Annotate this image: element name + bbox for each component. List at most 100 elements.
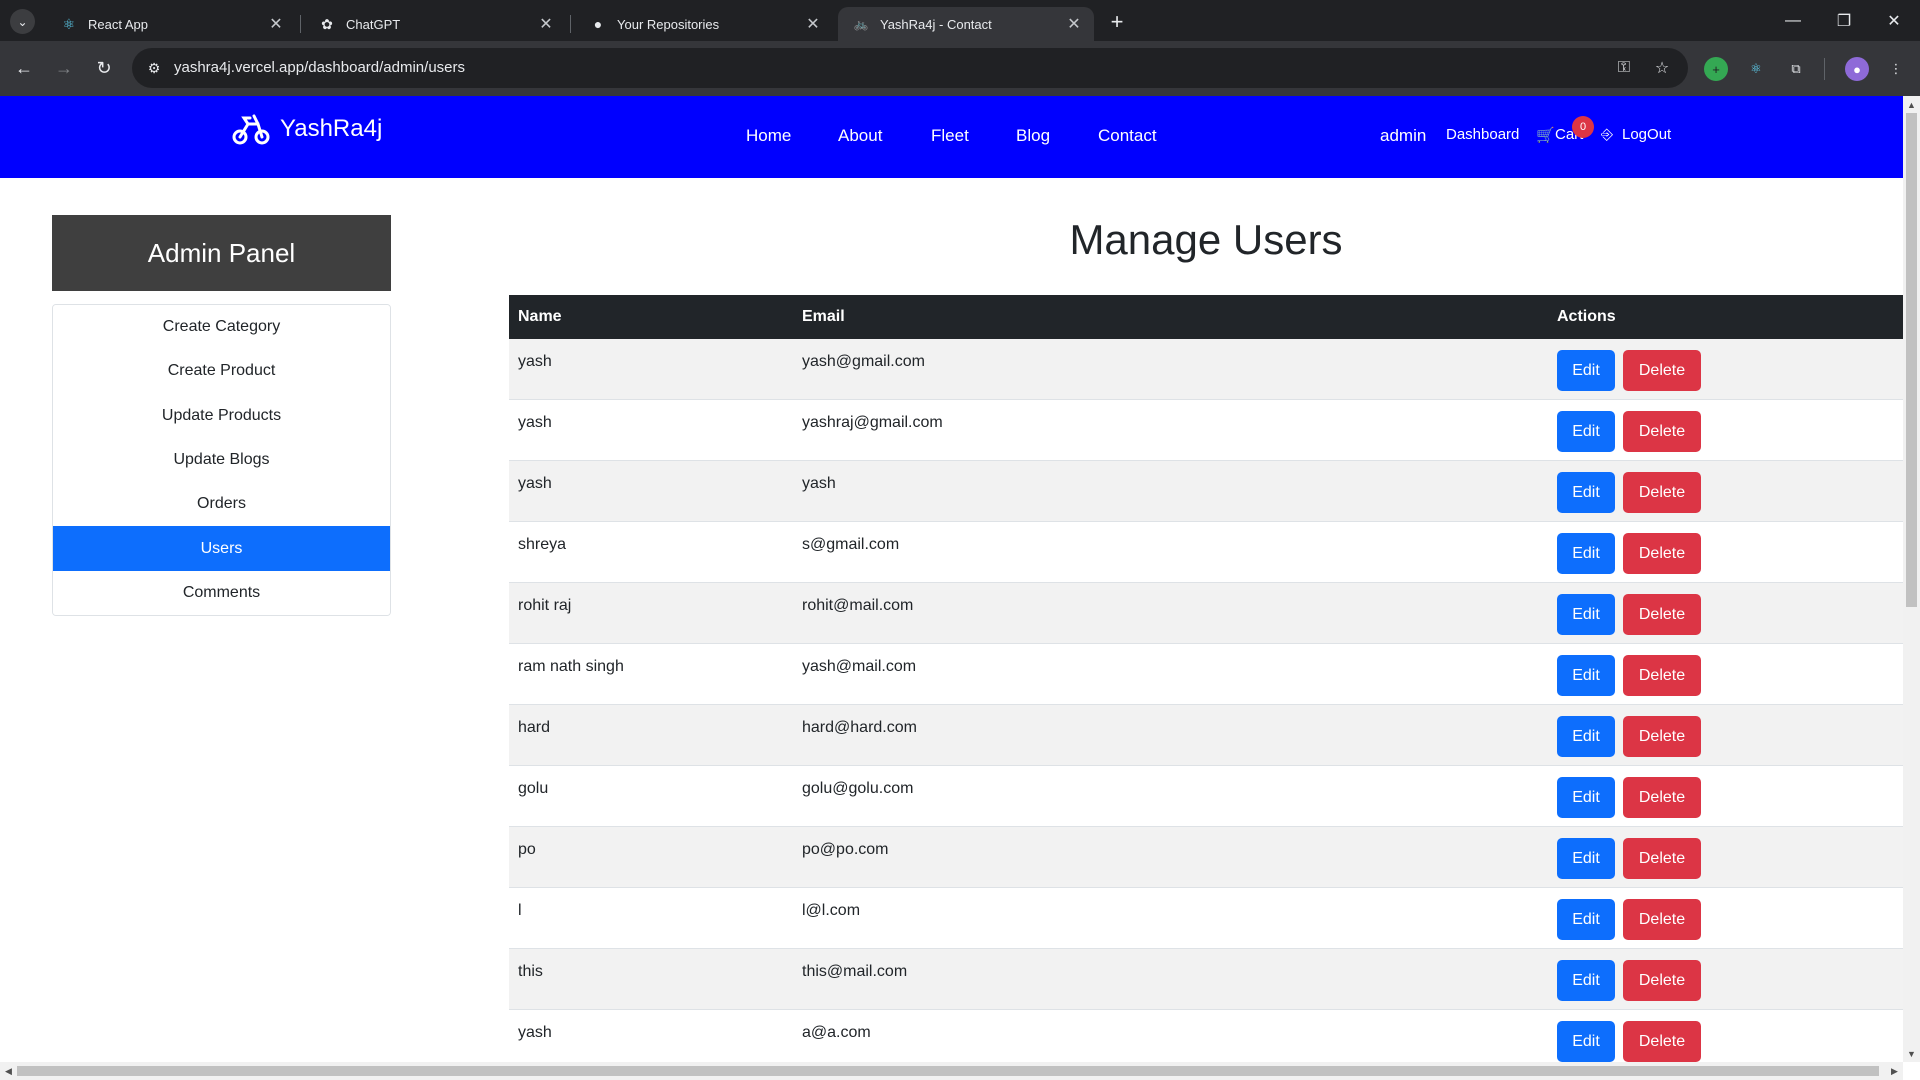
bookmark-star-icon[interactable]: ☆ <box>1650 56 1674 80</box>
url-text[interactable]: yashra4j.vercel.app/dashboard/admin/user… <box>174 59 465 76</box>
delete-button[interactable]: Delete <box>1623 899 1701 940</box>
table-row: shreya s@gmail.com Edit Delete <box>509 522 1903 583</box>
menu-comments[interactable]: Comments <box>53 570 390 616</box>
menu-create-product[interactable]: Create Product <box>53 349 390 394</box>
scroll-left-arrow-icon[interactable]: ◀ <box>0 1062 17 1080</box>
user-email-cell: yash@gmail.com <box>802 353 925 370</box>
menu-update-blogs[interactable]: Update Blogs <box>53 437 390 483</box>
user-email-cell: po@po.com <box>802 841 889 858</box>
back-arrow-icon[interactable]: ← <box>8 52 40 84</box>
edit-button[interactable]: Edit <box>1557 350 1615 391</box>
table-row: golu golu@golu.com Edit Delete <box>509 766 1903 827</box>
edit-button[interactable]: Edit <box>1557 899 1615 940</box>
extension-green-icon[interactable]: + <box>1704 57 1728 81</box>
user-email-cell: s@gmail.com <box>802 536 900 553</box>
edit-button[interactable]: Edit <box>1557 533 1615 574</box>
site-info-icon[interactable]: ⚙ <box>142 56 166 80</box>
delete-button[interactable]: Delete <box>1623 533 1701 574</box>
table-row: yash yash@gmail.com Edit Delete <box>509 339 1903 400</box>
browser-tab-chatgpt[interactable]: ✿ ChatGPT ✕ <box>304 7 566 41</box>
browser-tab-yashra4j-contact[interactable]: 🚲 YashRa4j - Contact ✕ <box>838 7 1094 41</box>
tab-search-chevron-icon[interactable]: ⌄ <box>10 9 35 34</box>
cart-count-badge: 0 <box>1572 116 1594 138</box>
user-name-cell: yash <box>518 414 552 431</box>
edit-button[interactable]: Edit <box>1557 777 1615 818</box>
menu-dots-icon[interactable]: ⋮ <box>1884 57 1908 81</box>
edit-button[interactable]: Edit <box>1557 1021 1615 1062</box>
nav-contact[interactable]: Contact <box>1098 126 1157 146</box>
horizontal-scroll-thumb[interactable] <box>17 1066 1879 1076</box>
chatgpt-icon: ✿ <box>321 15 333 32</box>
column-header-name: Name <box>518 308 562 325</box>
user-email-cell: this@mail.com <box>802 963 908 980</box>
forward-arrow-icon[interactable]: → <box>48 52 80 84</box>
close-icon[interactable]: ✕ <box>536 14 556 34</box>
delete-button[interactable]: Delete <box>1623 838 1701 879</box>
edit-button[interactable]: Edit <box>1557 960 1615 1001</box>
extensions-puzzle-icon[interactable]: ⧉ <box>1784 57 1808 81</box>
scroll-right-arrow-icon[interactable]: ▶ <box>1886 1062 1903 1080</box>
table-row: l l@l.com Edit Delete <box>509 888 1903 949</box>
brand-logo[interactable]: YashRa4j <box>232 112 382 146</box>
reload-icon[interactable]: ↻ <box>88 52 120 84</box>
delete-button[interactable]: Delete <box>1623 960 1701 1001</box>
delete-button[interactable]: Delete <box>1623 350 1701 391</box>
column-header-actions: Actions <box>1557 308 1616 325</box>
bike-icon: 🚲 <box>853 17 869 31</box>
scroll-down-arrow-icon[interactable]: ▼ <box>1903 1045 1920 1062</box>
toolbar-divider <box>1824 58 1825 80</box>
delete-button[interactable]: Delete <box>1623 594 1701 635</box>
scroll-up-arrow-icon[interactable]: ▲ <box>1903 96 1920 113</box>
nav-user[interactable]: admin <box>1380 126 1426 146</box>
delete-button[interactable]: Delete <box>1623 777 1701 818</box>
browser-tab-react-app[interactable]: ⚛ React App ✕ <box>46 7 296 41</box>
user-name-cell: yash <box>518 353 552 370</box>
new-tab-plus-icon[interactable]: + <box>1103 8 1131 36</box>
tab-divider <box>300 15 301 33</box>
tab-title: ChatGPT <box>346 16 401 32</box>
edit-button[interactable]: Edit <box>1557 838 1615 879</box>
tab-divider <box>570 15 571 33</box>
menu-orders[interactable]: Orders <box>53 482 390 527</box>
user-email-cell: a@a.com <box>802 1024 871 1041</box>
password-key-icon[interactable]: ⚿ <box>1612 56 1636 80</box>
nav-blog[interactable]: Blog <box>1016 126 1050 146</box>
delete-button[interactable]: Delete <box>1623 472 1701 513</box>
vertical-scroll-thumb[interactable] <box>1906 113 1917 607</box>
table-row: yash yashraj@gmail.com Edit Delete <box>509 400 1903 461</box>
react-devtools-icon[interactable]: ⚛ <box>1744 57 1768 81</box>
vertical-scrollbar[interactable]: ▲ ▼ <box>1903 96 1920 1062</box>
edit-button[interactable]: Edit <box>1557 716 1615 757</box>
nav-home[interactable]: Home <box>746 126 791 146</box>
delete-button[interactable]: Delete <box>1623 716 1701 757</box>
logout-icon[interactable]: ⎆ <box>1601 126 1613 143</box>
menu-users[interactable]: Users <box>53 526 390 571</box>
browser-tab-your-repositories[interactable]: ● Your Repositories ✕ <box>575 7 833 41</box>
delete-button[interactable]: Delete <box>1623 655 1701 696</box>
restore-icon[interactable]: ❐ <box>1821 0 1867 41</box>
cart-icon[interactable]: 🛒 <box>1536 126 1555 144</box>
close-icon[interactable]: ✕ <box>1064 14 1084 34</box>
user-email-cell: l@l.com <box>802 902 861 919</box>
nav-dashboard[interactable]: Dashboard <box>1446 126 1519 143</box>
edit-button[interactable]: Edit <box>1557 472 1615 513</box>
delete-button[interactable]: Delete <box>1623 411 1701 452</box>
delete-button[interactable]: Delete <box>1623 1021 1701 1062</box>
minimize-icon[interactable]: — <box>1770 0 1816 41</box>
profile-avatar-icon[interactable]: ● <box>1845 57 1869 81</box>
horizontal-scrollbar[interactable]: ◀ ▶ <box>0 1062 1903 1080</box>
browser-toolbar: ← → ↻ ⚙ yashra4j.vercel.app/dashboard/ad… <box>0 41 1920 96</box>
menu-update-products[interactable]: Update Products <box>53 393 390 438</box>
edit-button[interactable]: Edit <box>1557 655 1615 696</box>
nav-fleet[interactable]: Fleet <box>931 126 969 146</box>
edit-button[interactable]: Edit <box>1557 594 1615 635</box>
nav-about[interactable]: About <box>838 126 882 146</box>
close-icon[interactable]: ✕ <box>803 14 823 34</box>
nav-logout[interactable]: LogOut <box>1622 126 1671 143</box>
address-bar[interactable]: ⚙ yashra4j.vercel.app/dashboard/admin/us… <box>132 48 1688 88</box>
menu-create-category[interactable]: Create Category <box>53 305 390 350</box>
table-row: yash yash Edit Delete <box>509 461 1903 522</box>
close-icon[interactable]: ✕ <box>266 14 286 34</box>
close-window-icon[interactable]: ✕ <box>1871 0 1917 41</box>
edit-button[interactable]: Edit <box>1557 411 1615 452</box>
